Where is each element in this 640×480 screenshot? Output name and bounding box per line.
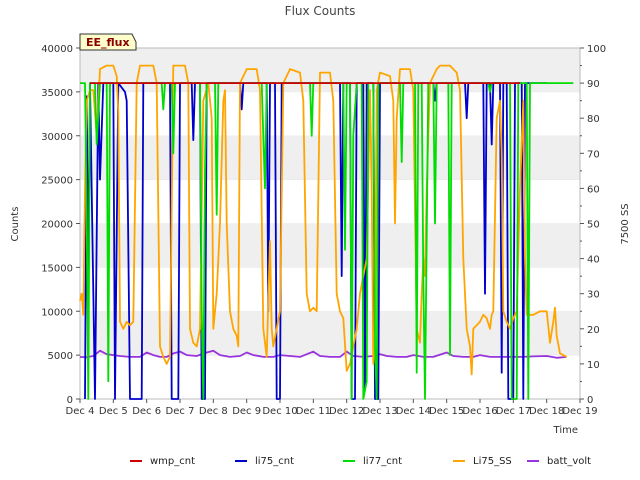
grid-band — [80, 91, 580, 136]
grid-bands — [80, 47, 580, 399]
y2-tick-label: 60 — [587, 184, 600, 195]
x-tick-label: Dec 16 — [462, 406, 497, 417]
y2-tick-label: 30 — [587, 290, 600, 301]
x-tick-label: Dec 15 — [429, 406, 464, 417]
x-tick-label: Dec 4 — [66, 406, 95, 417]
grid-band — [80, 223, 580, 268]
x-tick-label: Dec 6 — [132, 406, 161, 417]
y-tick-label: 5000 — [48, 351, 73, 362]
annotation-text: EE_flux — [86, 36, 130, 49]
x-tick-label: Dec 5 — [99, 406, 128, 417]
x-tick-label: Dec 8 — [199, 406, 228, 417]
y-tick-label: 15000 — [41, 263, 73, 274]
x-tick-label: Dec 7 — [166, 406, 195, 417]
y2-tick-label: 90 — [587, 79, 600, 90]
y2-tick-label: 40 — [587, 255, 600, 266]
y-tick-label: 35000 — [41, 88, 73, 99]
y2-tick-label: 100 — [587, 44, 606, 55]
y-tick-label: 10000 — [41, 307, 73, 318]
x-tick-label: Dec 10 — [262, 406, 297, 417]
annotation-box: EE_flux — [79, 33, 137, 51]
y-axis: 0 5000 10000 15000 20000 25000 30000 35000 40000 — [41, 44, 80, 406]
x-tick-label: Dec 17 — [496, 406, 531, 417]
y-tick-label: 25000 — [41, 176, 73, 187]
grid-band — [80, 355, 580, 399]
legend: wmp_cnt li75_cnt li77_cnt Li75_SS batt_volt — [130, 456, 591, 467]
legend-label: li75_cnt — [255, 456, 294, 467]
y2-tick-label: 10 — [587, 360, 600, 371]
y-tick-label: 0 — [67, 395, 73, 406]
x-tick-label: Dec 13 — [362, 406, 397, 417]
x-axis-label: Time — [553, 425, 578, 436]
x-tick-label: Dec 9 — [232, 406, 261, 417]
legend-label: wmp_cnt — [150, 456, 195, 467]
grid-band — [80, 267, 580, 312]
y2-tick-label: 80 — [587, 114, 600, 125]
x-tick-label: Dec 12 — [329, 406, 364, 417]
y-tick-label: 30000 — [41, 132, 73, 143]
y-tick-label: 20000 — [41, 220, 73, 231]
x-axis: Dec 4 Dec 5 Dec 6 Dec 7 Dec 8 Dec 9 Dec 10Dec … — [66, 399, 598, 417]
chart-title: Flux Counts — [285, 4, 356, 18]
y-axis-label: Counts — [10, 207, 21, 242]
x-tick-label: Dec 19 — [562, 406, 597, 417]
flux-counts-chart: Flux Counts 0500010000150002000025000300… — [10, 4, 631, 467]
legend-label: Li75_SS — [473, 456, 512, 467]
x-tick-label: Dec 18 — [529, 406, 564, 417]
grid-band — [80, 135, 580, 180]
y2-tick-label: 50 — [587, 220, 600, 231]
y-tick-label: 40000 — [41, 44, 73, 55]
legend-label: li77_cnt — [363, 456, 402, 467]
y2-axis: 0 10 20 30 40 50 60 70 80 90 100 — [580, 44, 606, 406]
x-tick-label: Dec 14 — [396, 406, 431, 417]
y2-tick-label: 70 — [587, 149, 600, 160]
y2-tick-label: 20 — [587, 325, 600, 336]
x-tick-label: Dec 11 — [296, 406, 331, 417]
legend-label: batt_volt — [547, 456, 591, 467]
y2-tick-label: 0 — [587, 395, 593, 406]
y2-axis-label: 7500 SS — [620, 203, 631, 244]
grid-band — [80, 179, 580, 224]
